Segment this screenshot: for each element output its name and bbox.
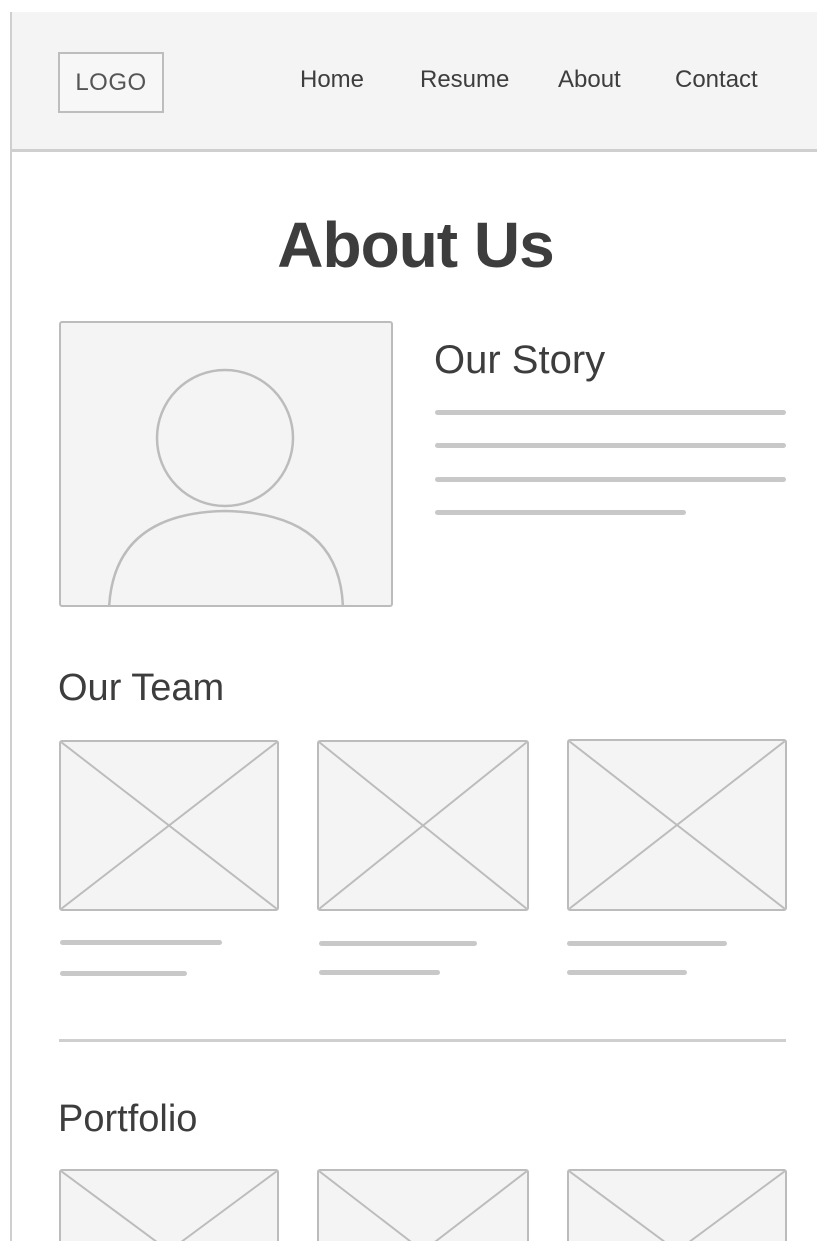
page-title: About Us [277,209,554,281]
image-placeholder-icon [569,741,785,909]
team-member-name-line [319,941,477,946]
image-placeholder-icon [319,742,527,909]
portfolio-item-image[interactable] [59,1169,279,1241]
image-placeholder-icon [61,742,277,909]
portfolio-item-image[interactable] [317,1169,529,1241]
team-heading: Our Team [58,667,225,709]
team-member-role-line [319,970,440,975]
team-member-role-line [567,970,687,975]
team-member-image[interactable] [59,740,279,911]
profile-photo-placeholder [59,321,393,607]
image-placeholder-icon [61,1171,277,1241]
team-member-name-line [60,940,222,945]
user-silhouette-icon [108,368,344,605]
nav-link-resume[interactable]: Resume [420,66,509,94]
story-text-line [435,410,786,415]
nav-link-contact[interactable]: Contact [675,66,758,94]
site-logo[interactable]: LOGO [58,52,164,113]
image-placeholder-icon [569,1171,785,1241]
nav-link-about[interactable]: About [558,66,621,94]
team-member-name-line [567,941,727,946]
site-header: LOGO Home Resume About Contact [12,12,817,152]
team-member-image[interactable] [567,739,787,911]
portfolio-item-image[interactable] [567,1169,787,1241]
image-placeholder-icon [319,1171,527,1241]
page-frame: LOGO Home Resume About Contact About Us … [10,12,817,1241]
story-text-line [435,477,786,482]
team-member-role-line [60,971,187,976]
team-member-image[interactable] [317,740,529,911]
nav-link-home[interactable]: Home [300,66,364,94]
story-heading: Our Story [434,338,606,382]
portfolio-heading: Portfolio [58,1098,198,1140]
section-divider [59,1039,786,1042]
story-text-line [435,510,686,515]
story-text-line [435,443,786,448]
